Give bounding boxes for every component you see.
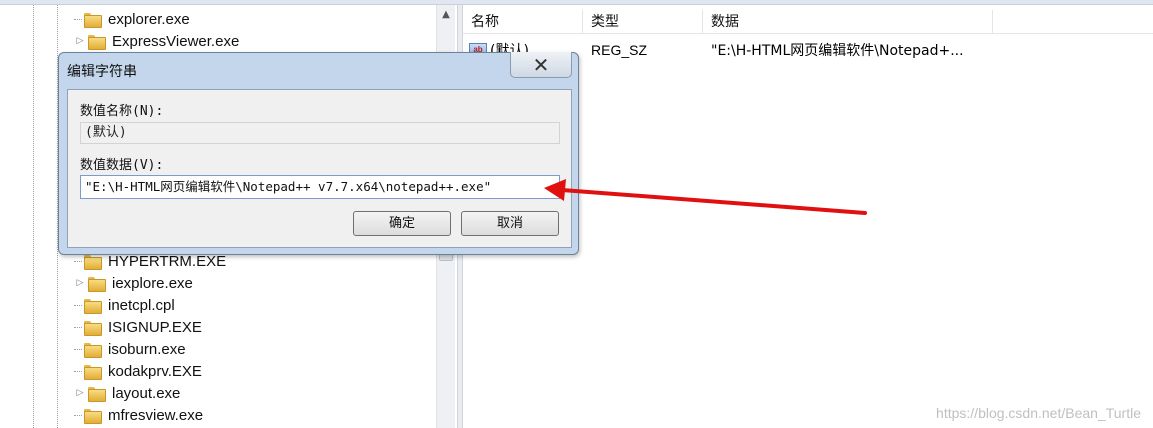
folder-icon <box>88 276 106 292</box>
folder-icon <box>84 364 102 380</box>
expand-arrow-icon[interactable]: ▷ <box>74 278 86 288</box>
folder-icon <box>84 12 102 28</box>
tree-item-label: kodakprv.EXE <box>108 362 202 380</box>
tree-item-label: explorer.exe <box>108 10 190 28</box>
annotation-arrow-shaft <box>560 188 867 215</box>
edit-string-dialog: 编辑字符串 ✕ 数值名称(N): (默认) 数值数据(V): "E:\H-HTM… <box>58 52 579 255</box>
tree-connector <box>74 326 82 328</box>
tree-connector <box>74 370 82 372</box>
value-name-label: 数值名称(N): <box>80 104 164 119</box>
value-name-field: (默认) <box>80 122 560 144</box>
tree-guide-line <box>33 5 34 428</box>
tree-item-isignup[interactable]: ISIGNUP.EXE <box>74 316 434 338</box>
tree-connector <box>74 348 82 350</box>
tree-item-isoburn[interactable]: isoburn.exe <box>74 338 434 360</box>
annotation-arrow <box>544 179 867 215</box>
folder-icon <box>84 298 102 314</box>
close-button[interactable]: ✕ <box>510 52 572 78</box>
folder-icon <box>88 386 106 402</box>
dialog-title: 编辑字符串 <box>67 64 137 80</box>
column-header-type[interactable]: 类型 <box>583 10 703 34</box>
folder-icon <box>84 320 102 336</box>
close-icon: ✕ <box>532 52 550 77</box>
tree-item-label: iexplore.exe <box>112 274 193 292</box>
tree-item-label: isoburn.exe <box>108 340 186 358</box>
value-type: REG_SZ <box>591 42 648 58</box>
tree-item-kodakprv[interactable]: kodakprv.EXE <box>74 360 434 382</box>
folder-icon <box>84 408 102 424</box>
tree-item-mfresview[interactable]: mfresview.exe <box>74 404 434 426</box>
tree-item-label: mfresview.exe <box>108 406 204 424</box>
tree-item-label: layout.exe <box>112 384 181 402</box>
tree-connector <box>74 18 82 20</box>
ok-button[interactable]: 确定 <box>353 211 451 236</box>
expand-arrow-icon[interactable]: ▷ <box>74 36 86 46</box>
tree-connector <box>74 414 82 416</box>
folder-icon <box>88 34 106 50</box>
folder-icon <box>84 342 102 358</box>
annotation-arrowhead <box>544 179 566 201</box>
value-data-label: 数值数据(V): <box>80 158 164 173</box>
column-header-data[interactable]: 数据 <box>703 10 993 34</box>
tree-item-label: ExpressViewer.exe <box>112 32 240 50</box>
list-header: 名称 类型 数据 <box>463 10 1153 34</box>
expand-arrow-icon[interactable]: ▷ <box>74 388 86 398</box>
tree-item-label: HYPERTRM.EXE <box>108 252 227 270</box>
tree-item-label: inetcpl.cpl <box>108 296 175 314</box>
tree-connector <box>74 260 82 262</box>
watermark: https://blog.csdn.net/Bean_Turtle <box>936 405 1141 421</box>
tree-item-inetcpl[interactable]: inetcpl.cpl <box>74 294 434 316</box>
column-header-name[interactable]: 名称 <box>463 10 583 34</box>
scroll-up-arrow-icon[interactable]: ▲ <box>437 5 455 25</box>
tree-connector <box>74 304 82 306</box>
tree-item-expressviewer[interactable]: ▷ ExpressViewer.exe <box>74 30 434 52</box>
value-data: "E:\H-HTML网页编辑软件\Notepad+... <box>711 43 964 59</box>
folder-icon <box>84 254 102 270</box>
tree-item-label: ISIGNUP.EXE <box>108 318 202 336</box>
tree-item-layout[interactable]: ▷ layout.exe <box>74 382 434 404</box>
tree-item-iexplore[interactable]: ▷ iexplore.exe <box>74 272 434 294</box>
value-data-input[interactable]: "E:\H-HTML网页编辑软件\Notepad++ v7.7.x64\note… <box>80 175 560 199</box>
dialog-body: 数值名称(N): (默认) 数值数据(V): "E:\H-HTML网页编辑软件\… <box>67 89 572 248</box>
tree-item-explorer[interactable]: explorer.exe <box>74 8 434 30</box>
